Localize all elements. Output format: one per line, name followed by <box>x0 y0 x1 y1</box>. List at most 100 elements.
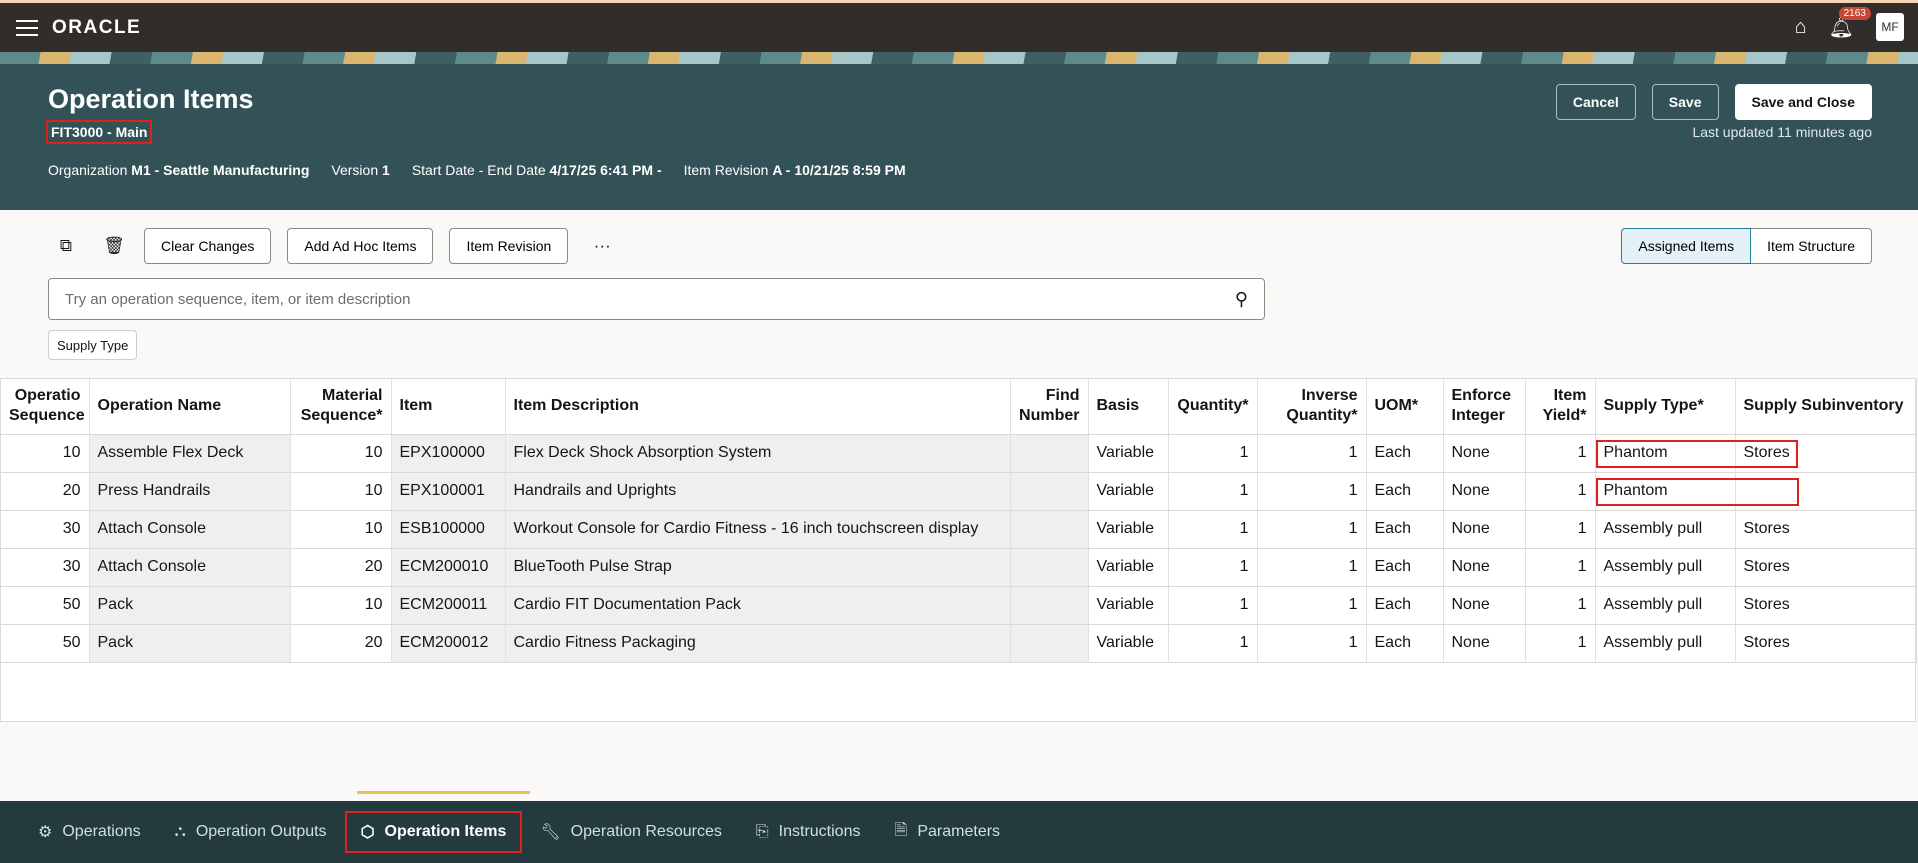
table-cell[interactable]: 20 <box>290 548 392 587</box>
table-cell[interactable] <box>1010 624 1089 663</box>
table-cell[interactable]: 20 <box>290 624 392 663</box>
table-cell[interactable]: None <box>1443 586 1526 625</box>
table-cell[interactable]: Assembly pull <box>1595 510 1736 549</box>
table-cell[interactable] <box>1735 472 1917 511</box>
table-cell[interactable]: ECM200010 <box>391 548 506 587</box>
tab-parameters[interactable]: 🗎 Parameters <box>880 813 1014 851</box>
table-cell[interactable]: 30 <box>1 510 90 549</box>
table-cell[interactable]: 10 <box>290 586 392 625</box>
trash-icon[interactable]: 🗑︎ <box>96 228 132 264</box>
column-header[interactable]: Supply Subinventory <box>1735 379 1917 435</box>
duplicate-icon[interactable]: ⧉ <box>48 228 84 264</box>
column-header[interactable]: Quantity* <box>1168 379 1258 435</box>
table-cell[interactable]: 1 <box>1257 548 1367 587</box>
table-cell[interactable]: Each <box>1366 472 1444 511</box>
bell-icon[interactable]: 🔔︎ 2163 <box>1829 6 1871 40</box>
table-row[interactable]: 50 Pack 20 ECM200012 Cardio Fitness Packagin… <box>1 624 1917 663</box>
oracle-logo[interactable]: ORACLE <box>52 17 141 39</box>
column-header[interactable]: Material Sequence* <box>290 379 392 435</box>
table-cell[interactable]: 1 <box>1168 472 1258 511</box>
table-cell[interactable]: Handrails and Uprights <box>505 472 1011 511</box>
table-cell[interactable]: Each <box>1366 586 1444 625</box>
table-cell[interactable]: Each <box>1366 510 1444 549</box>
table-cell[interactable]: 1 <box>1525 624 1596 663</box>
column-header[interactable]: Operation Name <box>89 379 291 435</box>
table-cell[interactable] <box>1010 472 1089 511</box>
table-cell[interactable]: 1 <box>1257 624 1367 663</box>
table-cell[interactable]: 1 <box>1168 434 1258 473</box>
table-cell[interactable]: Assemble Flex Deck <box>89 434 291 473</box>
table-cell[interactable]: 50 <box>1 624 90 663</box>
table-row[interactable]: 20 Press Handrails 10 EPX100001 Handrails an… <box>1 472 1917 511</box>
tab-operation-outputs[interactable]: ⛬ Operation Outputs <box>161 813 341 851</box>
column-header[interactable]: Supply Type* <box>1595 379 1736 435</box>
table-cell[interactable]: Each <box>1366 624 1444 663</box>
table-cell[interactable]: Each <box>1366 548 1444 587</box>
save-and-close-button[interactable]: Save and Close <box>1734 84 1872 120</box>
clear-changes-button[interactable]: Clear Changes <box>144 228 272 264</box>
table-cell[interactable]: None <box>1443 510 1526 549</box>
cancel-button[interactable]: Cancel <box>1555 84 1636 120</box>
item-structure-toggle[interactable]: Item Structure <box>1751 228 1872 264</box>
column-header[interactable]: Operatio Sequence <box>1 379 90 435</box>
table-cell[interactable]: 1 <box>1168 586 1258 625</box>
table-cell[interactable]: EPX100001 <box>391 472 506 511</box>
table-cell[interactable]: 1 <box>1168 510 1258 549</box>
table-cell[interactable]: Assembly pull <box>1595 624 1736 663</box>
column-header[interactable]: Item <box>391 379 506 435</box>
table-cell[interactable]: Pack <box>89 586 291 625</box>
table-cell[interactable]: 20 <box>1 472 90 511</box>
table-cell[interactable]: 1 <box>1168 624 1258 663</box>
item-revision-button[interactable]: Item Revision <box>449 228 569 264</box>
table-cell[interactable]: 30 <box>1 548 90 587</box>
tab-operation-resources[interactable]: 🔧︎ Operation Resources <box>526 813 736 851</box>
table-cell[interactable]: Phantom <box>1595 472 1736 511</box>
table-cell[interactable]: Stores <box>1735 434 1917 473</box>
table-cell[interactable]: EPX100000 <box>391 434 506 473</box>
table-cell[interactable]: BlueTooth Pulse Strap <box>505 548 1011 587</box>
table-cell[interactable]: 1 <box>1525 548 1596 587</box>
table-cell[interactable]: Variable <box>1088 548 1169 587</box>
more-actions-icon[interactable]: ··· <box>584 228 620 264</box>
table-cell[interactable]: None <box>1443 472 1526 511</box>
table-cell[interactable] <box>1010 586 1089 625</box>
table-cell[interactable]: 50 <box>1 586 90 625</box>
table-cell[interactable]: Variable <box>1088 472 1169 511</box>
table-cell[interactable]: Flex Deck Shock Absorption System <box>505 434 1011 473</box>
table-cell[interactable]: ECM200012 <box>391 624 506 663</box>
table-cell[interactable]: 10 <box>1 434 90 473</box>
table-cell[interactable]: 1 <box>1525 472 1596 511</box>
table-cell[interactable]: ESB100000 <box>391 510 506 549</box>
table-cell[interactable]: Workout Console for Cardio Fitness - 16 … <box>505 510 1011 549</box>
table-cell[interactable] <box>1010 434 1089 473</box>
table-cell[interactable]: Stores <box>1735 548 1917 587</box>
table-cell[interactable]: 10 <box>290 434 392 473</box>
tab-instructions[interactable]: ⎘ Instructions <box>742 813 875 851</box>
table-cell[interactable]: 1 <box>1257 586 1367 625</box>
table-cell[interactable]: None <box>1443 624 1526 663</box>
table-cell[interactable]: Each <box>1366 434 1444 473</box>
table-cell[interactable]: 10 <box>290 510 392 549</box>
table-cell[interactable]: 1 <box>1525 434 1596 473</box>
search-icon[interactable]: ⚲ <box>1235 289 1248 310</box>
table-cell[interactable] <box>1010 510 1089 549</box>
table-cell[interactable]: Assembly pull <box>1595 586 1736 625</box>
table-cell[interactable]: Stores <box>1735 586 1917 625</box>
column-header[interactable]: Basis <box>1088 379 1169 435</box>
table-cell[interactable]: Pack <box>89 624 291 663</box>
table-cell[interactable]: Variable <box>1088 434 1169 473</box>
add-ad-hoc-items-button[interactable]: Add Ad Hoc Items <box>287 228 434 264</box>
table-cell[interactable]: 1 <box>1257 472 1367 511</box>
home-icon[interactable]: ⌂ <box>1795 16 1807 39</box>
table-cell[interactable]: 1 <box>1525 586 1596 625</box>
table-cell[interactable]: 1 <box>1525 510 1596 549</box>
table-cell[interactable]: Cardio FIT Documentation Pack <box>505 586 1011 625</box>
column-header[interactable]: Enforce Integer <box>1443 379 1526 435</box>
column-header[interactable]: Inverse Quantity* <box>1257 379 1367 435</box>
table-cell[interactable]: None <box>1443 434 1526 473</box>
column-header[interactable]: Item Yield* <box>1525 379 1596 435</box>
table-cell[interactable]: 10 <box>290 472 392 511</box>
supply-type-filter-chip[interactable]: Supply Type <box>48 330 138 360</box>
column-header[interactable]: UOM* <box>1366 379 1444 435</box>
tab-operations[interactable]: ⚙ Operations <box>24 813 155 851</box>
